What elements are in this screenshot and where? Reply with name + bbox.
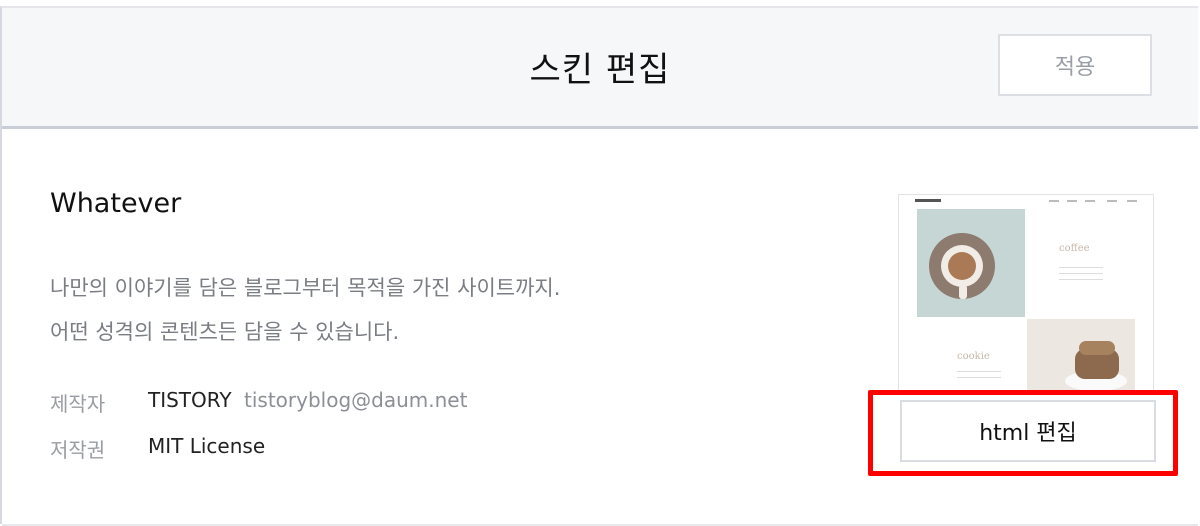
skin-preview-thumbnail: coffee cookie [898, 194, 1154, 394]
thumbnail-text-line [957, 371, 1001, 372]
header-bar: 스킨 편집 적용 [2, 8, 1198, 129]
author-label: 제작자 [50, 392, 106, 416]
thumbnail-nav-item [1107, 200, 1117, 202]
thumbnail-nav-item [1127, 200, 1137, 202]
skin-name: Whatever [50, 188, 182, 219]
thumbnail-nav-item [1049, 200, 1059, 202]
thumbnail-text-line [957, 377, 1001, 378]
apply-button[interactable]: 적용 [998, 34, 1152, 96]
thumbnail-coffee-text: coffee [1059, 243, 1090, 254]
thumbnail-text-line [1059, 267, 1103, 268]
license-label: 저작권 [50, 438, 106, 462]
license-value: MIT License [148, 434, 266, 458]
coffee-image [917, 209, 1025, 317]
thumbnail-header [899, 195, 1153, 209]
author-email: tistoryblog@daum.net [244, 388, 468, 412]
thumbnail-text-line [1059, 279, 1103, 280]
thumbnail-nav-item [1085, 200, 1095, 202]
thumbnail-nav-item [1067, 200, 1077, 202]
cup-handle-shape [959, 285, 967, 299]
thumbnail-cookie-text: cookie [957, 351, 990, 362]
cookie-image [1027, 319, 1135, 393]
thumbnail-text-line [1059, 273, 1103, 274]
skin-edit-panel: 스킨 편집 적용 Whatever 나만의 이야기를 담은 블로그부터 목적을 … [0, 6, 1198, 526]
thumbnail-logo [915, 199, 941, 202]
cookie-top-shape [1079, 341, 1115, 355]
skin-description-line-2: 어떤 성격의 콘텐츠든 담을 수 있습니다. [50, 320, 400, 344]
coffee-shape [948, 252, 976, 280]
skin-description-line-1: 나만의 이야기를 담은 블로그부터 목적을 가진 사이트까지. [50, 276, 561, 300]
highlight-box [868, 390, 1178, 476]
author-name: TISTORY [148, 388, 232, 412]
